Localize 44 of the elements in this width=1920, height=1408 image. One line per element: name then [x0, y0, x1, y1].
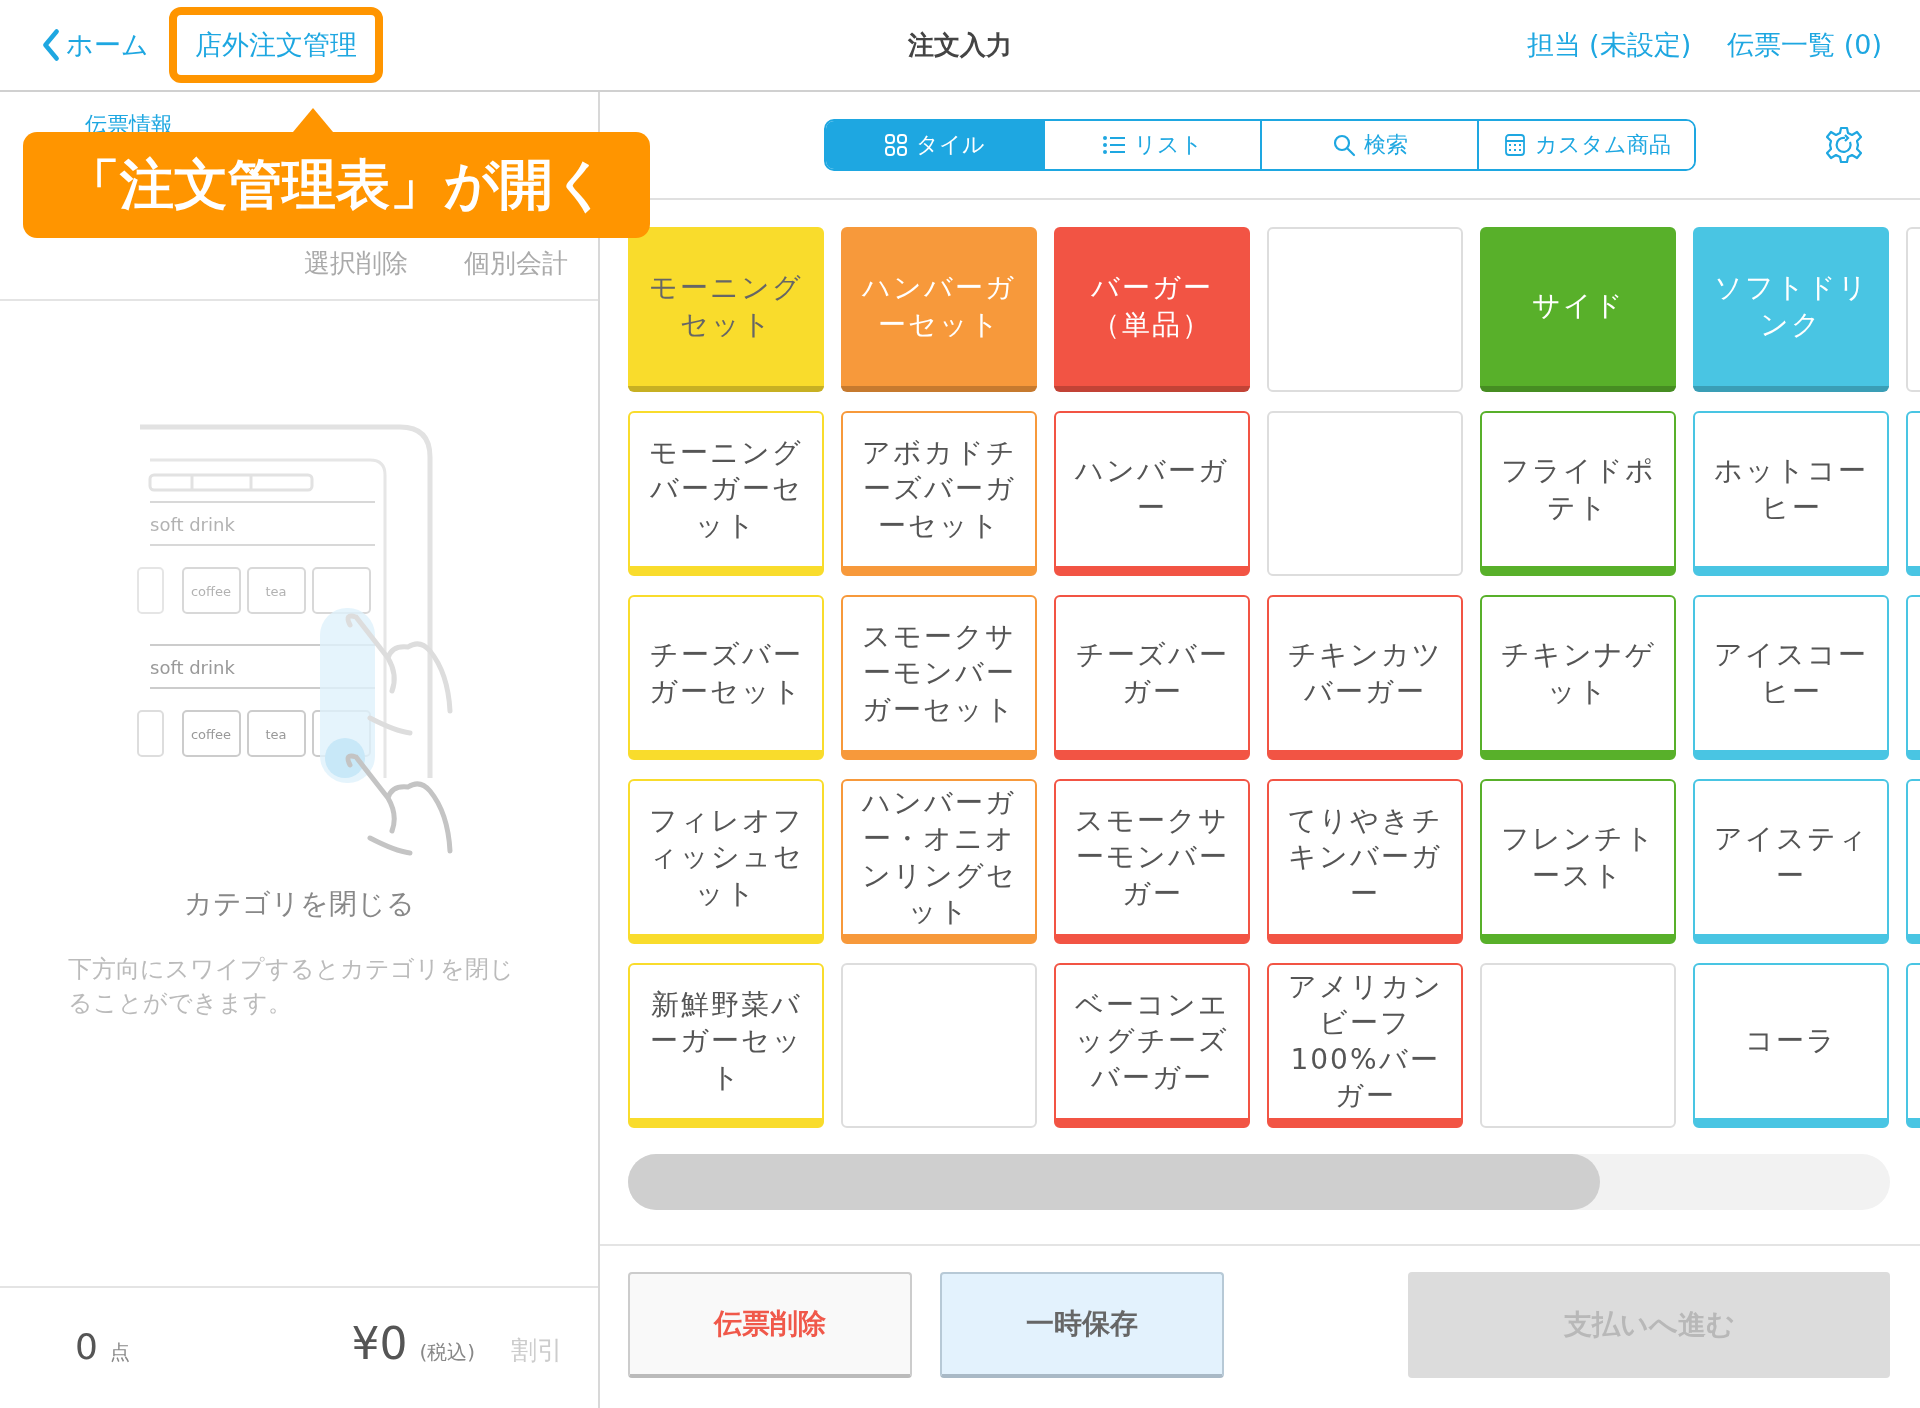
- tax-note: (税込): [419, 1339, 475, 1366]
- drawing-label: soft drink: [150, 657, 235, 678]
- product-tile[interactable]: ハンバーガー: [1054, 411, 1250, 576]
- product-tile[interactable]: フライドポテト: [1480, 411, 1676, 576]
- calculator-icon: [1502, 133, 1527, 157]
- grid-icon: [884, 133, 908, 157]
- product-tile[interactable]: ホットコーヒー: [1693, 411, 1889, 576]
- drawing-label: coffee: [190, 584, 232, 599]
- callout-pointer: [293, 108, 333, 132]
- drawing-label: tea: [265, 727, 287, 742]
- product-tile[interactable]: ハンバーガー・オニオンリングセット: [841, 779, 1037, 944]
- product-tile[interactable]: アボカドチーズバーガーセット: [841, 411, 1037, 576]
- product-tile[interactable]: チーズバーガー: [1054, 595, 1250, 760]
- drawing-label: soft drink: [150, 514, 235, 535]
- product-tile[interactable]: コーラ: [1693, 963, 1889, 1128]
- product-tile[interactable]: アイスコーヒー: [1693, 595, 1889, 760]
- back-chevron-icon: [42, 28, 60, 62]
- drawing-label: coffee: [190, 727, 232, 742]
- product-tile[interactable]: ベーコンエッグチーズバーガー: [1054, 963, 1250, 1128]
- category-tile[interactable]: モーニングセット: [628, 227, 824, 392]
- product-tile[interactable]: チキンナゲット: [1480, 595, 1676, 760]
- item-count: 0: [75, 1326, 98, 1367]
- product-tile[interactable]: フィレオフィッシュセット: [628, 779, 824, 944]
- scrollbar[interactable]: [628, 1154, 1600, 1210]
- search-icon: [1331, 133, 1356, 157]
- product-tile[interactable]: てりやきチキンバーガー: [1267, 779, 1463, 944]
- settings-icon[interactable]: [1824, 125, 1864, 165]
- product-tile[interactable]: アメリカンビーフ100%バーガー: [1267, 963, 1463, 1128]
- hint-title: カテゴリを閉じる: [182, 886, 416, 922]
- product-tile[interactable]: チーズバーガーセット: [628, 595, 824, 760]
- total-amount: ¥0: [351, 1318, 408, 1369]
- screen-title: 注文入力: [908, 28, 1012, 62]
- product-tile[interactable]: モーニングバーガーセット: [628, 411, 824, 576]
- drawing-label: tea: [265, 584, 287, 599]
- product-tile[interactable]: フレンチトースト: [1480, 779, 1676, 944]
- product-tile[interactable]: チキンカツバーガー: [1267, 595, 1463, 760]
- count-unit: 点: [109, 1339, 130, 1366]
- product-tile[interactable]: 新鮮野菜バーガーセット: [628, 963, 824, 1128]
- product-tile[interactable]: スモークサーモンバーガー: [1054, 779, 1250, 944]
- product-tile[interactable]: スモークサーモンバーガーセット: [841, 595, 1037, 760]
- hint-text: 下方向にスワイプするとカテゴリを閉じることができます。: [68, 954, 515, 1019]
- save-button[interactable]: 一時保存: [940, 1272, 1224, 1378]
- product-tile[interactable]: アイスティー: [1693, 779, 1889, 944]
- list-icon: [1102, 133, 1126, 157]
